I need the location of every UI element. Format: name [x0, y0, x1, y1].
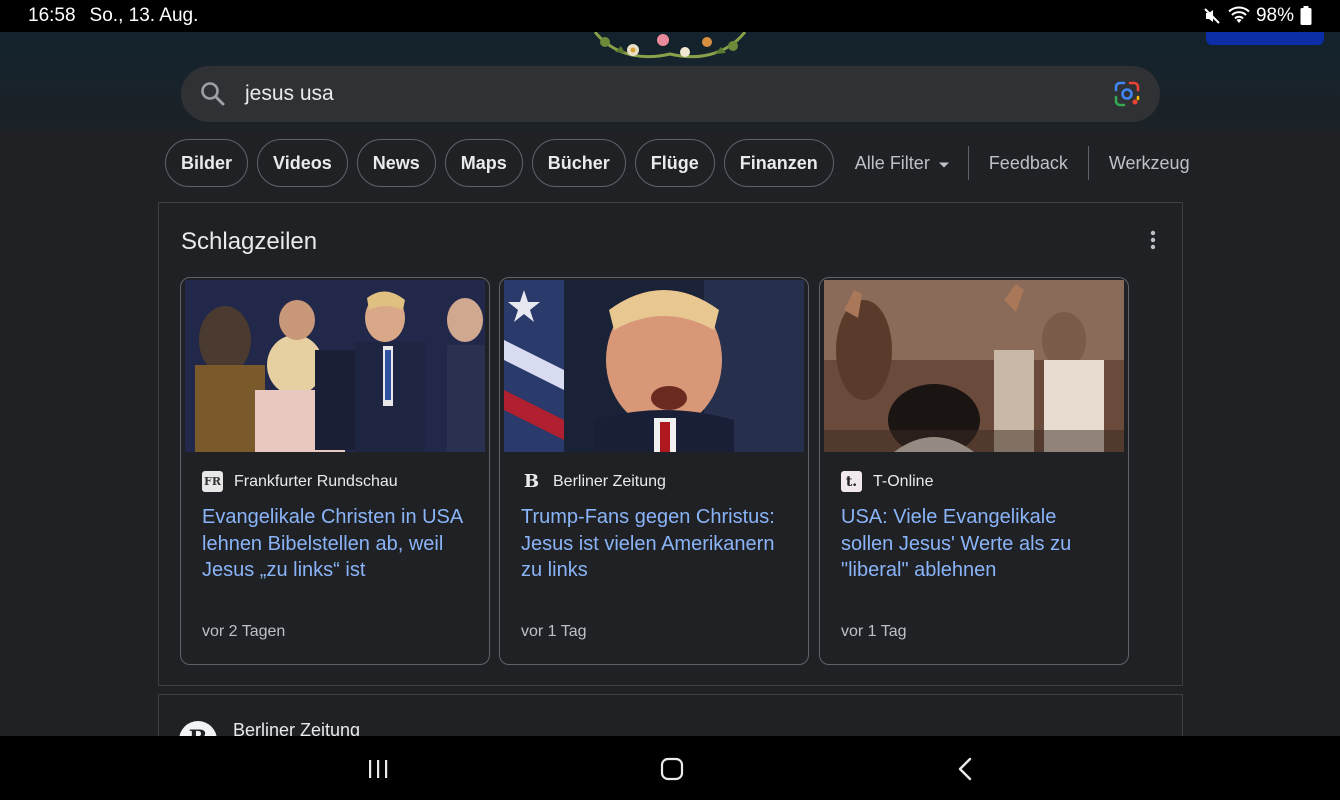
news-source-name: Frankfurter Rundschau [234, 472, 398, 490]
back-icon[interactable] [951, 756, 981, 782]
tools-button[interactable]: Werkzeug [1089, 139, 1210, 187]
news-title[interactable]: Evangelikale Christen in USA lehnen Bibe… [202, 504, 474, 584]
status-bar: 16:58 So., 13. Aug. 98% [0, 0, 1340, 32]
news-source: FR Frankfurter Rundschau [202, 471, 398, 492]
sign-in-button[interactable] [1206, 32, 1324, 45]
chip-news[interactable]: News [356, 139, 436, 187]
all-filters-label: Alle Filter [854, 152, 930, 173]
news-image [504, 280, 804, 452]
news-title[interactable]: USA: Viele Evangelikale sollen Jesus' We… [841, 504, 1113, 584]
more-options-icon[interactable] [1143, 229, 1163, 251]
battery-text: 98% [1255, 5, 1294, 26]
mute-icon [1202, 6, 1222, 26]
news-card[interactable]: t. T-Online USA: Viele Evangelikale soll… [819, 277, 1129, 665]
search-input[interactable]: jesus usa [245, 82, 1112, 106]
news-time: vor 1 Tag [521, 623, 587, 640]
news-card[interactable]: FR Frankfurter Rundschau Evangelikale Ch… [180, 277, 490, 665]
status-date: So., 13. Aug. [89, 5, 199, 26]
all-filters-button[interactable]: Alle Filter [843, 139, 968, 187]
recent-apps-icon[interactable] [363, 756, 393, 782]
filter-chips: Bilder Videos News Maps Bücher Flüge Fin… [165, 139, 1210, 187]
dropdown-arrow-icon [938, 153, 950, 174]
news-source: B Berliner Zeitung [521, 471, 666, 492]
chip-buecher[interactable]: Bücher [531, 139, 626, 187]
chip-bilder[interactable]: Bilder [165, 139, 249, 187]
search-box[interactable]: jesus usa [181, 66, 1160, 122]
headlines-title: Schlagzeilen [181, 228, 318, 255]
google-lens-icon[interactable] [1112, 79, 1142, 109]
chip-fluege[interactable]: Flüge [634, 139, 715, 187]
favicon-icon: B [521, 471, 542, 492]
news-source-name: Berliner Zeitung [553, 472, 666, 490]
news-title[interactable]: Trump-Fans gegen Christus: Jesus ist vie… [521, 504, 793, 584]
doodle-image[interactable] [585, 31, 755, 62]
favicon-icon: t. [841, 471, 862, 492]
news-time: vor 2 Tagen [202, 623, 286, 640]
chip-maps[interactable]: Maps [444, 139, 523, 187]
news-source-name: T-Online [873, 472, 934, 490]
news-image [185, 280, 485, 452]
news-image [824, 280, 1124, 452]
news-card[interactable]: B Berliner Zeitung Trump-Fans gegen Chri… [499, 277, 809, 665]
wifi-icon [1228, 6, 1250, 26]
navigation-bar [0, 736, 1340, 800]
chip-finanzen[interactable]: Finanzen [723, 139, 834, 187]
status-icons: 98% [1202, 5, 1312, 27]
status-time: 16:58 [28, 5, 76, 26]
headlines-module: Schlagzeilen FR Frankfurter Rundschau Ev… [158, 202, 1183, 686]
battery-icon [1300, 6, 1312, 26]
search-icon [199, 80, 227, 108]
news-time: vor 1 Tag [841, 623, 907, 640]
feedback-button[interactable]: Feedback [969, 139, 1088, 187]
chip-videos[interactable]: Videos [257, 139, 348, 187]
favicon-icon: FR [202, 471, 223, 492]
home-icon[interactable] [657, 756, 687, 782]
screen: 16:58 So., 13. Aug. 98% jesus usa Bilder… [0, 0, 1340, 800]
news-source: t. T-Online [841, 471, 933, 492]
